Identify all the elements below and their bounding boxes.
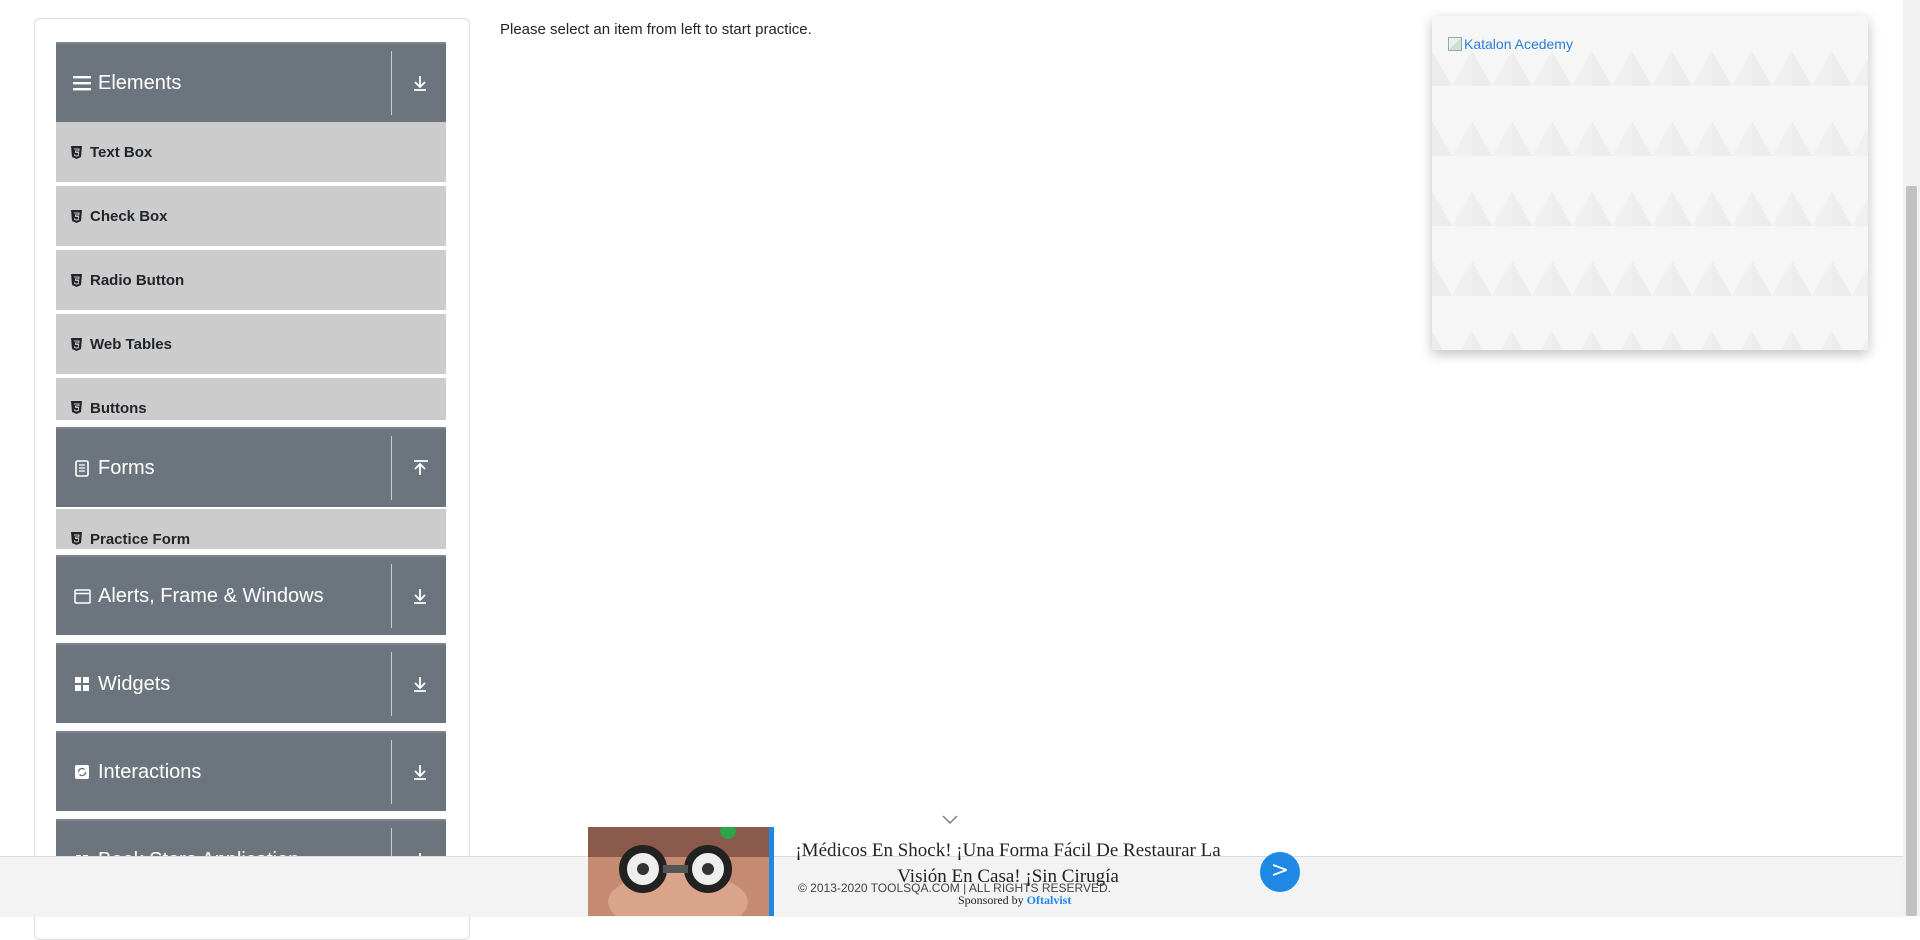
sponsored-by-label: Sponsored by <box>958 893 1024 907</box>
collapsing-list-clip: Buttons <box>56 378 446 420</box>
grid-icon <box>72 674 92 694</box>
group-title: Forms <box>98 456 155 479</box>
ad-sponsor: Sponsored by Oftalvist <box>958 893 1071 908</box>
broken-image-icon <box>1448 37 1462 51</box>
chevron-down-icon[interactable] <box>942 812 958 824</box>
window-icon <box>72 586 92 606</box>
html5-icon <box>70 209 82 223</box>
expand-down-icon[interactable] <box>410 71 430 95</box>
refresh-icon <box>72 762 92 782</box>
sponsor-name[interactable]: Oftalvist <box>1027 893 1072 907</box>
broken-image-link[interactable]: Katalon Acedemy <box>1448 36 1573 52</box>
sponsored-ad-banner[interactable]: ¡Médicos En Shock! ¡Una Forma Fácil De R… <box>588 827 1308 916</box>
divider <box>391 51 392 115</box>
group-header-forms[interactable]: Forms <box>56 427 446 507</box>
group-header-alerts-frame-windows[interactable]: Alerts, Frame & Windows <box>56 555 446 635</box>
menu-item-radio-button[interactable]: Radio Button <box>56 250 446 312</box>
menu-item-label: Radio Button <box>90 271 185 289</box>
menu-item-text-box[interactable]: Text Box <box>56 122 446 184</box>
divider <box>391 564 392 628</box>
html5-icon <box>70 400 82 414</box>
group-title: Widgets <box>98 672 171 695</box>
html5-icon <box>70 337 82 351</box>
menu-item-label: Web Tables <box>90 335 172 353</box>
expand-down-icon[interactable] <box>410 584 430 608</box>
menu-item-buttons[interactable]: Buttons <box>56 378 446 420</box>
menu-item-web-tables[interactable]: Web Tables <box>56 314 446 376</box>
vertical-scrollbar[interactable] <box>1903 0 1920 916</box>
menu-item-practice-form[interactable]: Practice Form <box>56 509 446 549</box>
ad-image[interactable] <box>588 827 769 916</box>
group-header-widgets[interactable]: Widgets <box>56 643 446 723</box>
group-header-elements[interactable]: Elements <box>56 42 446 122</box>
group-title: Elements <box>98 71 182 94</box>
page-instruction: Please select an item from left to start… <box>500 21 812 38</box>
collapse-up-icon[interactable] <box>410 456 430 480</box>
ad-headline[interactable]: ¡Médicos En Shock! ¡Una Forma Fácil De R… <box>788 838 1228 890</box>
html5-icon <box>70 273 82 287</box>
menu-item-label: Check Box <box>90 207 168 225</box>
image-alt-text: Katalon Acedemy <box>1464 36 1573 52</box>
ad-accent-bar <box>769 827 774 916</box>
divider <box>391 436 392 500</box>
group-title: Interactions <box>98 760 202 783</box>
scrollbar-thumb[interactable] <box>1906 186 1917 916</box>
side-ad-card[interactable]: Katalon Acedemy <box>1432 16 1868 350</box>
document-icon <box>72 458 92 478</box>
divider <box>391 652 392 716</box>
hamburger-icon <box>72 73 92 93</box>
ad-next-button[interactable]: > <box>1260 852 1300 892</box>
menu-item-label: Text Box <box>90 143 153 161</box>
divider <box>391 740 392 804</box>
menu-item-label: Practice Form <box>90 531 191 548</box>
group-header-interactions[interactable]: Interactions <box>56 731 446 811</box>
html5-icon <box>70 145 82 159</box>
expand-down-icon[interactable] <box>410 672 430 696</box>
menu-item-check-box[interactable]: Check Box <box>56 186 446 248</box>
menu-item-label: Buttons <box>90 400 147 417</box>
collapsing-list-clip: Practice Form <box>56 509 446 549</box>
html5-icon <box>70 531 82 545</box>
group-title: Alerts, Frame & Windows <box>98 584 324 607</box>
expand-down-icon[interactable] <box>410 760 430 784</box>
